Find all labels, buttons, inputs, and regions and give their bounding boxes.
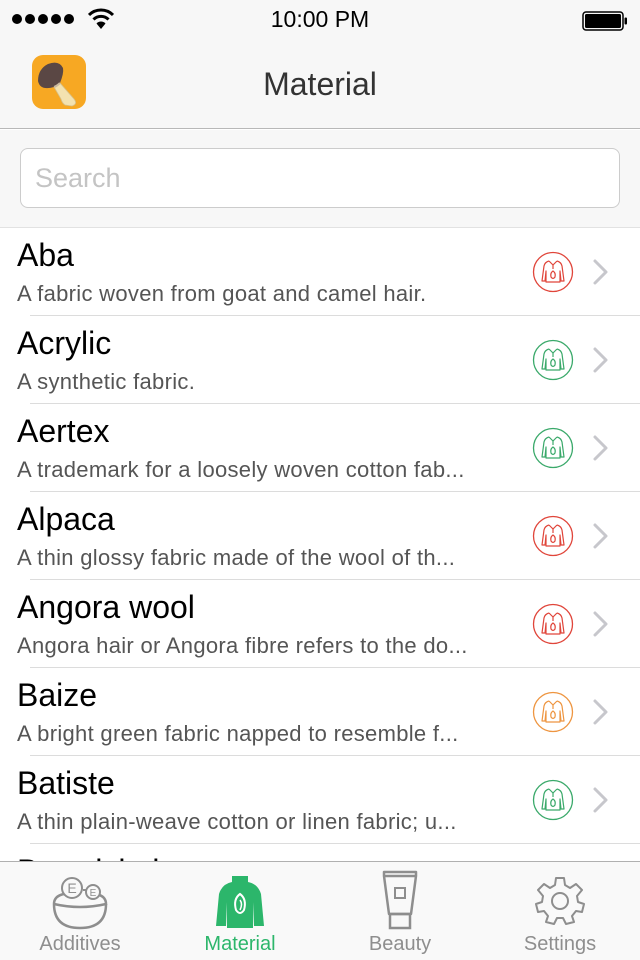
cream-tube-icon bbox=[382, 870, 418, 930]
material-description: A fabric woven from goat and camel hair. bbox=[17, 281, 427, 306]
tab-material[interactable]: Material bbox=[160, 862, 320, 960]
sweater-status-icon bbox=[532, 339, 574, 381]
material-description: A synthetic fabric. bbox=[17, 369, 196, 394]
material-row[interactable]: Alpaca A thin glossy fabric made of the … bbox=[0, 492, 640, 580]
status-bar: 10:00 PM bbox=[0, 0, 640, 40]
chevron-right-icon bbox=[593, 523, 608, 549]
tab-beauty[interactable]: Beauty bbox=[320, 862, 480, 960]
chevron-right-icon bbox=[593, 259, 608, 285]
material-description: A thin plain-weave cotton or linen fabri… bbox=[17, 809, 457, 834]
material-row[interactable]: Broadcloth bbox=[0, 844, 640, 861]
material-title: Acrylic bbox=[17, 325, 112, 361]
sweater-status-icon bbox=[532, 251, 574, 293]
tab-settings[interactable]: Settings bbox=[480, 862, 640, 960]
chevron-right-icon bbox=[593, 611, 608, 637]
material-row[interactable]: Baize A bright green fabric napped to re… bbox=[0, 668, 640, 756]
sweater-status-icon bbox=[532, 427, 574, 469]
material-row[interactable]: Angora wool Angora hair or Angora fibre … bbox=[0, 580, 640, 668]
additives-bowl-icon: E E bbox=[52, 877, 108, 930]
sweater-status-icon bbox=[532, 691, 574, 733]
gear-icon bbox=[535, 877, 585, 925]
navigation-bar: Material bbox=[0, 40, 640, 129]
material-list[interactable]: Aba A fabric woven from goat and camel h… bbox=[0, 228, 640, 861]
chevron-right-icon bbox=[593, 787, 608, 813]
material-title: Aertex bbox=[17, 413, 110, 449]
sweater-status-icon bbox=[532, 779, 574, 821]
tab-label: Additives bbox=[39, 933, 121, 955]
material-title: Baize bbox=[17, 677, 98, 713]
material-title: Broadcloth bbox=[17, 853, 170, 861]
tab-label: Beauty bbox=[368, 933, 432, 955]
sweater-status-icon bbox=[532, 603, 574, 645]
sweater-status-icon bbox=[532, 515, 574, 557]
material-description: A trademark for a loosely woven cotton f… bbox=[17, 457, 465, 482]
material-title: Angora wool bbox=[17, 589, 195, 625]
material-description: Angora hair or Angora fibre refers to th… bbox=[17, 633, 468, 658]
status-time: 10:00 PM bbox=[270, 6, 370, 32]
material-title: Alpaca bbox=[17, 501, 115, 537]
material-row[interactable]: Aba A fabric woven from goat and camel h… bbox=[0, 228, 640, 316]
tab-bar: E E Additives Material Beauty Settings bbox=[0, 861, 640, 960]
svg-text:E: E bbox=[90, 888, 97, 899]
chevron-right-icon bbox=[593, 347, 608, 373]
battery-icon bbox=[582, 11, 627, 31]
tab-additives[interactable]: E E Additives bbox=[0, 862, 160, 960]
page-title: Material bbox=[263, 66, 377, 102]
tab-label: Material bbox=[204, 933, 276, 955]
search-input[interactable] bbox=[20, 148, 620, 208]
svg-text:E: E bbox=[67, 880, 76, 896]
material-row[interactable]: Aertex A trademark for a loosely woven c… bbox=[0, 404, 640, 492]
material-description: A bright green fabric napped to resemble… bbox=[17, 721, 459, 746]
chevron-right-icon bbox=[593, 435, 608, 461]
material-description: A thin glossy fabric made of the wool of… bbox=[17, 545, 456, 570]
sweater-icon bbox=[216, 876, 264, 928]
material-title: Batiste bbox=[17, 765, 115, 801]
search-bar bbox=[0, 130, 640, 228]
material-title: Aba bbox=[17, 237, 74, 273]
tab-label: Settings bbox=[523, 933, 597, 955]
material-row[interactable]: Batiste A thin plain-weave cotton or lin… bbox=[0, 756, 640, 844]
material-row[interactable]: Acrylic A synthetic fabric. bbox=[0, 316, 640, 404]
chevron-right-icon bbox=[593, 699, 608, 725]
